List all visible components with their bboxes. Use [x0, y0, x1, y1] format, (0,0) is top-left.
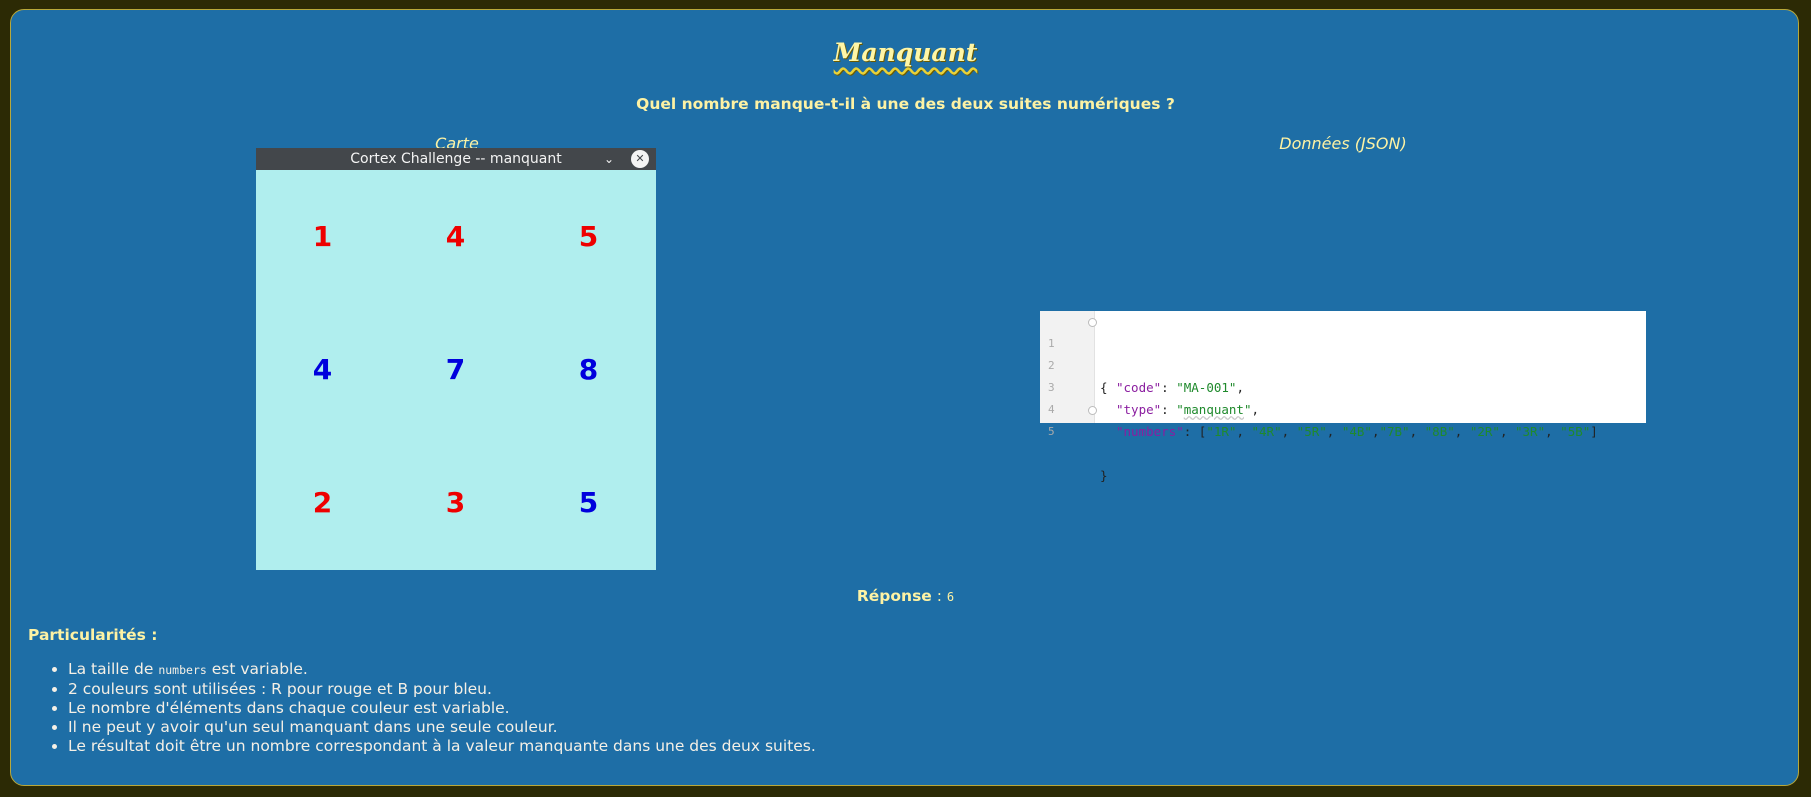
- json-punct: ]: [1590, 424, 1598, 439]
- grid-cell: 3: [445, 486, 466, 519]
- json-punct: ,: [1454, 424, 1470, 439]
- json-punct: :: [1183, 424, 1199, 439]
- inline-code: numbers: [158, 663, 207, 677]
- json-string: "8B": [1424, 424, 1455, 439]
- json-punct: ,: [1236, 424, 1252, 439]
- grid-cell: 4: [445, 220, 466, 253]
- grid-cell: 1: [312, 220, 333, 253]
- code-line: 5 }: [1040, 399, 1646, 483]
- list-item: La taille de numbers est variable.: [68, 660, 816, 680]
- list-item: Le résultat doit être un nombre correspo…: [68, 737, 816, 756]
- json-string: "1R": [1206, 424, 1237, 439]
- json-string: "2R": [1469, 424, 1500, 439]
- answer-label: Réponse: [856, 587, 932, 605]
- list-item: Il ne peut y avoir qu'un seul manquant d…: [68, 718, 816, 737]
- json-string: "3R": [1515, 424, 1546, 439]
- chevron-down-icon[interactable]: ⌄: [602, 148, 616, 170]
- grid-cell: 5: [578, 486, 599, 519]
- code-text: }: [1100, 468, 1108, 483]
- json-punct: ,: [1326, 424, 1342, 439]
- code-line: 2 "code": "MA-001",: [1040, 333, 1646, 395]
- json-punct: ,: [1281, 424, 1297, 439]
- answer-separator: :: [931, 587, 947, 605]
- json-punct: ,: [1409, 424, 1425, 439]
- code-text: "numbers": ["1R", "4R", "5R", "4B","7B",…: [1116, 421, 1598, 443]
- json-string: "7B": [1379, 424, 1410, 439]
- list-item: Le nombre d'éléments dans chaque couleur…: [68, 699, 816, 718]
- answer-value: 6: [946, 590, 955, 604]
- list-item-text: est variable.: [206, 660, 308, 678]
- question-subtitle: Quel nombre manque-t-il à une des deux s…: [636, 95, 1175, 113]
- code-line: 3 "type": "manquant",: [1040, 355, 1646, 417]
- json-code-editor[interactable]: 1 { 2 "code": "MA-001", 3 "type": "manqu…: [1040, 311, 1646, 483]
- fold-icon[interactable]: [1088, 318, 1097, 327]
- list-item: 2 couleurs sont utilisées : R pour rouge…: [68, 680, 816, 699]
- json-key: "numbers": [1116, 424, 1184, 439]
- grid-cell: 5: [578, 220, 599, 253]
- line-number: 5: [1048, 425, 1055, 438]
- grid-cell: 8: [578, 353, 599, 386]
- particularities-list: La taille de numbers est variable. 2 cou…: [48, 660, 816, 756]
- particularities-title: Particularités :: [28, 626, 158, 644]
- json-punct: ,: [1545, 424, 1561, 439]
- number-grid: 1 4 5 4 7 8 2 3 5: [256, 170, 656, 570]
- json-punct: ,: [1499, 424, 1515, 439]
- answer-line: Réponse : 6: [0, 587, 1811, 605]
- card-window: Cortex Challenge -- manquant ⌄ ✕ 1 4 5 4…: [256, 148, 656, 570]
- window-titlebar[interactable]: Cortex Challenge -- manquant: [256, 148, 656, 170]
- json-heading: Données (JSON): [1279, 134, 1407, 153]
- close-icon[interactable]: ✕: [631, 150, 649, 168]
- grid-cell: 4: [312, 353, 333, 386]
- code-line: 1 {: [1040, 311, 1646, 395]
- grid-cell: 2: [312, 486, 333, 519]
- list-item-text: La taille de: [68, 660, 159, 678]
- window-title: Cortex Challenge -- manquant: [350, 151, 562, 167]
- json-string: "5R": [1296, 424, 1327, 439]
- code-line: 4 "numbers": ["1R", "4R", "5R", "4B","7B…: [1040, 377, 1646, 439]
- json-string: "4B": [1341, 424, 1372, 439]
- json-string: "4R": [1251, 424, 1282, 439]
- grid-cell: 7: [445, 353, 466, 386]
- fold-icon[interactable]: [1088, 406, 1097, 415]
- page-title: Manquant: [833, 38, 978, 67]
- json-string: "5B": [1560, 424, 1591, 439]
